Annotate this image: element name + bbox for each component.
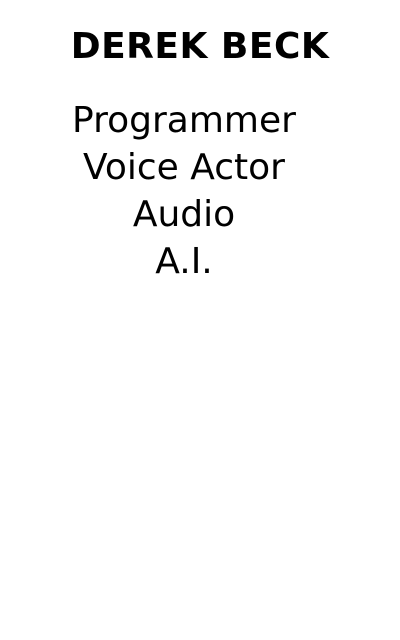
roles-list: Programmer Voice Actor Audio A.I. [0, 97, 368, 285]
profile-page: DEREK BECK Programmer Voice Actor Audio … [0, 0, 400, 640]
role-ai: A.I. [155, 241, 213, 282]
role-voice-actor: Voice Actor [83, 147, 285, 188]
role-programmer: Programmer [72, 100, 296, 141]
role-audio: Audio [132, 194, 236, 235]
name-heading: DEREK BECK [70, 26, 330, 67]
